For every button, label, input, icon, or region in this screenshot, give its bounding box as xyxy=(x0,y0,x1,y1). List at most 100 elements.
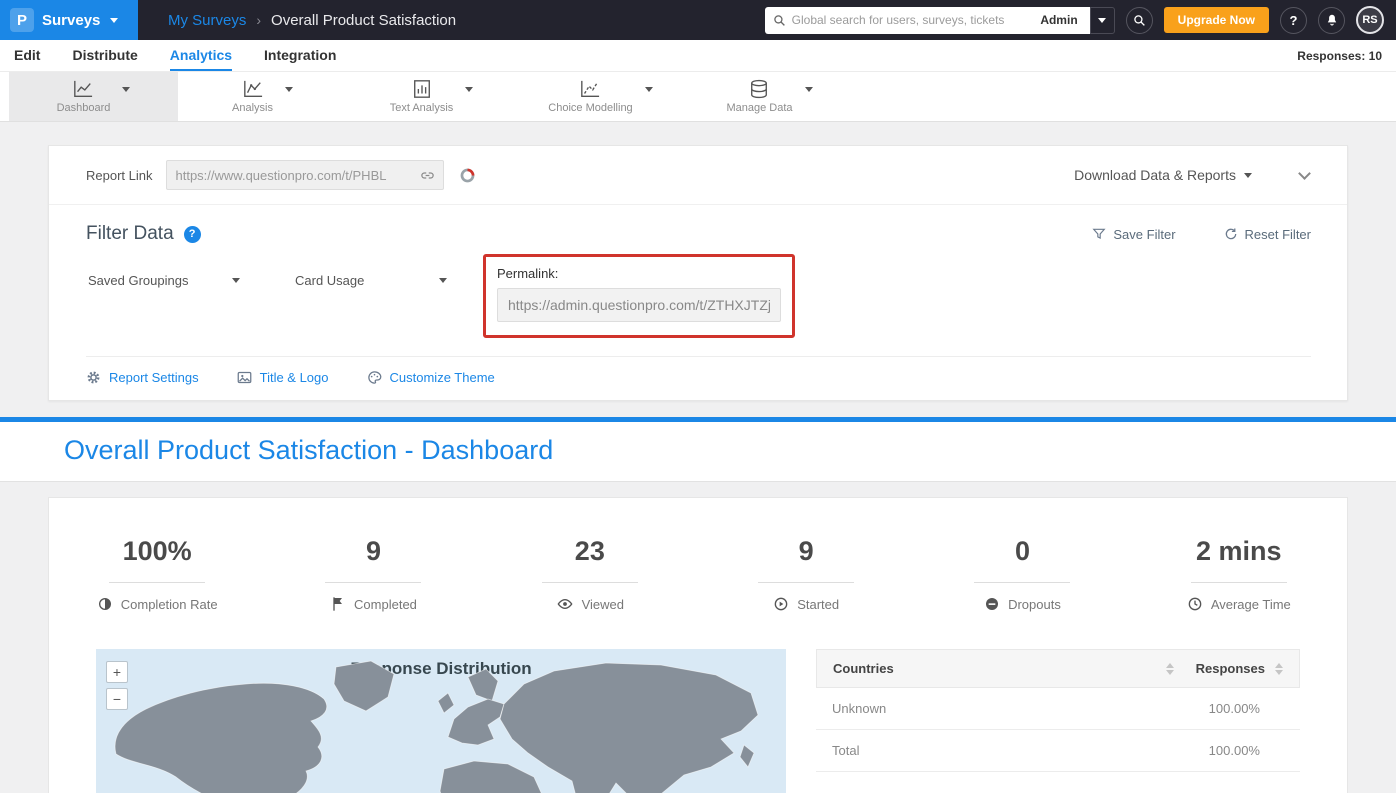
breadcrumb-my-surveys[interactable]: My Surveys xyxy=(168,12,246,29)
global-search-input[interactable] xyxy=(786,13,1037,27)
line-chart-icon xyxy=(72,79,94,99)
world-map[interactable] xyxy=(96,649,786,793)
funnel-icon xyxy=(1092,227,1106,241)
user-avatar[interactable]: RS xyxy=(1356,6,1384,34)
save-filter-button[interactable]: Save Filter xyxy=(1092,227,1175,242)
global-search-box[interactable]: Admin xyxy=(765,7,1090,34)
help-button[interactable]: ? xyxy=(1280,7,1307,34)
search-submit-button[interactable] xyxy=(1126,7,1153,34)
report-settings-link[interactable]: Report Settings xyxy=(86,370,199,385)
search-scope-label: Admin xyxy=(1036,13,1081,27)
responses-count: Responses: 10 xyxy=(1297,40,1382,71)
reset-filter-button[interactable]: Reset Filter xyxy=(1224,227,1311,242)
permalink-label: Permalink: xyxy=(497,266,781,281)
tab-integration[interactable]: Integration xyxy=(264,40,336,71)
countries-table: Countries Responses Unknown 100.00% Tota… xyxy=(816,649,1300,772)
half-circle-icon xyxy=(97,596,113,612)
responses-header-label[interactable]: Responses xyxy=(1196,661,1265,676)
eye-icon xyxy=(556,596,574,612)
customize-theme-link[interactable]: Customize Theme xyxy=(367,370,495,385)
stat-completion-rate: 100% Completion Rate xyxy=(49,536,265,612)
surveys-product-menu[interactable]: P Surveys xyxy=(0,0,138,40)
clock-icon xyxy=(1187,596,1203,612)
toolbar-item-choice-modelling[interactable]: Choice Modelling xyxy=(516,72,685,121)
upgrade-now-button[interactable]: Upgrade Now xyxy=(1164,7,1269,33)
search-icon xyxy=(773,14,786,27)
filter-data-title: Filter Data xyxy=(86,223,174,245)
minus-circle-icon xyxy=(984,596,1000,612)
sort-icon[interactable] xyxy=(1166,663,1174,675)
chevron-down-icon xyxy=(1244,173,1252,178)
flag-icon xyxy=(330,596,346,612)
zoom-in-button[interactable]: + xyxy=(106,661,128,683)
permalink-input[interactable] xyxy=(497,288,781,322)
card-usage-select[interactable]: Card Usage xyxy=(293,267,453,294)
toolbar-item-dashboard[interactable]: Dashboard xyxy=(9,72,178,121)
table-row: Unknown 100.00% xyxy=(816,688,1300,730)
survey-nav: Edit Distribute Analytics Integration Re… xyxy=(0,40,1396,72)
chevron-down-icon[interactable] xyxy=(465,87,473,92)
chevron-down-icon xyxy=(232,278,240,283)
zoom-out-button[interactable]: − xyxy=(106,688,128,710)
dashboard-title-section: Overall Product Satisfaction - Dashboard xyxy=(0,422,1396,482)
stat-dropouts: 0 Dropouts xyxy=(914,536,1130,612)
stats-row: 100% Completion Rate 9 Completed 23 View… xyxy=(49,536,1347,612)
global-search: Admin xyxy=(765,7,1115,34)
search-scope-dropdown[interactable] xyxy=(1090,7,1115,34)
map-north-america xyxy=(115,683,327,793)
map-scandinavia xyxy=(468,669,498,701)
tab-analytics[interactable]: Analytics xyxy=(170,40,232,71)
bell-icon xyxy=(1325,13,1339,27)
stat-started: 9 Started xyxy=(698,536,914,612)
map-japan xyxy=(740,745,754,767)
map-africa xyxy=(440,761,544,793)
map-europe xyxy=(448,699,504,745)
toolbar-item-manage-data[interactable]: Manage Data xyxy=(685,72,854,121)
chevron-down-icon xyxy=(1098,18,1106,23)
download-data-reports-menu[interactable]: Download Data & Reports xyxy=(1074,167,1252,183)
map-asia xyxy=(500,663,758,793)
toolbar-item-text-analysis[interactable]: Text Analysis xyxy=(347,72,516,121)
help-icon[interactable]: ? xyxy=(184,226,201,243)
reset-icon xyxy=(1224,227,1238,241)
countries-header-label[interactable]: Countries xyxy=(833,661,894,676)
text-analysis-icon xyxy=(411,79,433,99)
analytics-toolbar: Dashboard Analysis Text Analysis Choice … xyxy=(0,72,1396,122)
stat-average-time: 2 mins Average Time xyxy=(1131,536,1347,612)
filter-section: Filter Data ? Save Filter Reset Filter S… xyxy=(49,205,1347,357)
page-title: Overall Product Satisfaction - Dashboard xyxy=(64,435,1396,466)
report-link-field[interactable] xyxy=(166,160,444,190)
report-chart-icon[interactable] xyxy=(458,166,477,185)
chevron-down-icon[interactable] xyxy=(122,87,130,92)
tab-edit[interactable]: Edit xyxy=(14,40,40,71)
chevron-down-icon[interactable] xyxy=(645,87,653,92)
sort-icon[interactable] xyxy=(1275,663,1283,675)
tab-distribute[interactable]: Distribute xyxy=(72,40,137,71)
analysis-chart-icon xyxy=(242,79,264,99)
permalink-highlight-box: Permalink: xyxy=(483,254,795,338)
title-logo-link[interactable]: Title & Logo xyxy=(237,370,329,385)
saved-groupings-select[interactable]: Saved Groupings xyxy=(86,267,246,294)
search-icon xyxy=(1133,14,1146,27)
notifications-button[interactable] xyxy=(1318,7,1345,34)
map-zoom-controls: + − xyxy=(106,661,128,710)
image-icon xyxy=(237,370,252,385)
report-link-input[interactable] xyxy=(175,168,420,183)
questionpro-logo: P xyxy=(10,8,34,32)
report-link-label: Report Link xyxy=(86,168,152,183)
toolbar-item-analysis[interactable]: Analysis xyxy=(178,72,347,121)
geo-section: Response Distribution + − xyxy=(49,612,1347,793)
choice-modelling-icon xyxy=(579,79,601,99)
chevron-down-icon xyxy=(110,18,118,23)
response-distribution-map[interactable]: Response Distribution + − xyxy=(96,649,786,793)
link-icon[interactable] xyxy=(420,168,435,183)
collapse-chevron-icon[interactable] xyxy=(1298,167,1311,180)
chevron-down-icon[interactable] xyxy=(285,87,293,92)
product-menu-label: Surveys xyxy=(42,12,100,29)
report-settings-row: Report Settings Title & Logo Customize T… xyxy=(49,357,1347,400)
chevron-down-icon[interactable] xyxy=(805,87,813,92)
stat-viewed: 23 Viewed xyxy=(482,536,698,612)
chevron-down-icon xyxy=(439,278,447,283)
palette-icon xyxy=(367,370,382,385)
breadcrumb: My Surveys › Overall Product Satisfactio… xyxy=(168,12,456,29)
